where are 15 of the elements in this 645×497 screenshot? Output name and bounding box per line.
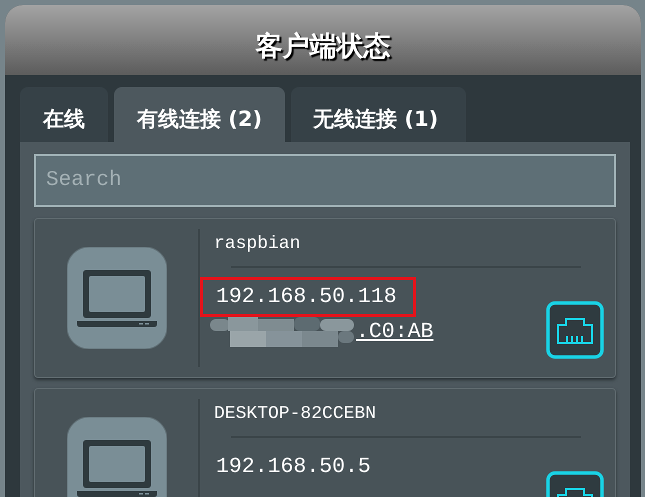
search-field[interactable]: Search (34, 154, 616, 207)
device-name: DESKTOP-82CCEBN (214, 403, 378, 426)
ip-address: 192.168.50.118 (200, 277, 416, 317)
laptop-icon (66, 417, 166, 497)
tab[interactable]: 在线 (20, 87, 108, 142)
device-name: raspbian (214, 233, 302, 256)
client-card[interactable]: raspbian 192.168.50.118 .C0:AB (34, 218, 616, 378)
client-card[interactable]: DESKTOP-82CCEBN 192.168.50.5 (34, 388, 616, 497)
panel-title: 客户端状态 (256, 30, 390, 64)
ip-address: 192.168.50.5 (215, 454, 372, 481)
ethernet-icon[interactable] (546, 301, 604, 359)
tab[interactable]: 无线连接 (1) (291, 87, 466, 142)
laptop-icon (66, 247, 166, 349)
tab[interactable]: 有线连接 (2) (114, 87, 286, 142)
mac-address-link[interactable]: .C0:AB (356, 318, 434, 346)
